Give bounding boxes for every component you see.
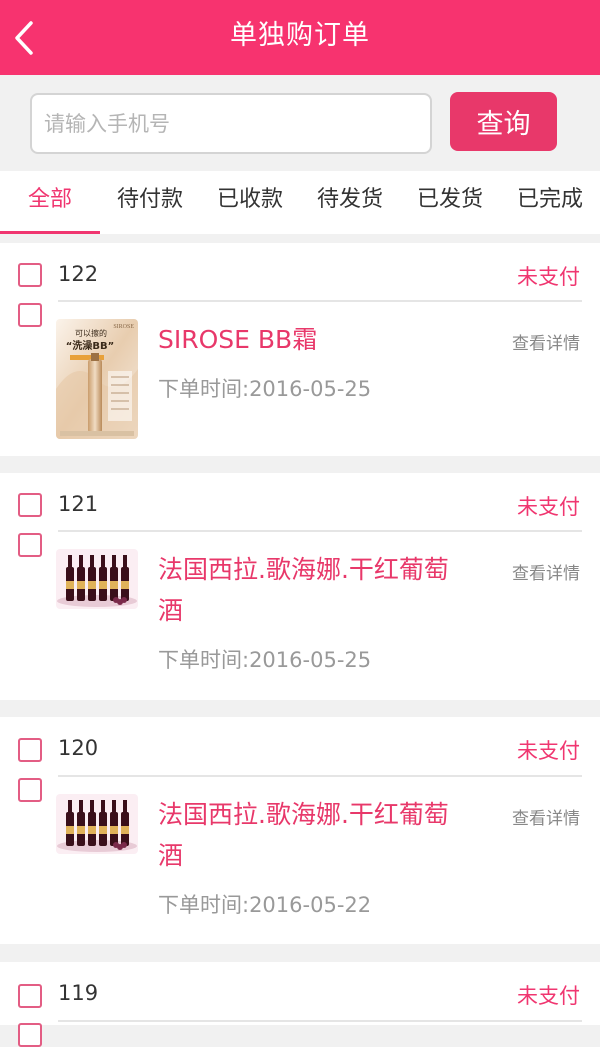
order-select-checkbox[interactable]	[18, 263, 42, 287]
svg-text:可以擦的: 可以擦的	[75, 328, 107, 338]
order-select-checkbox[interactable]	[18, 984, 42, 1008]
product-name[interactable]: 法国西拉.歌海娜.干红葡萄酒	[158, 794, 458, 876]
svg-text:“洗澡BB”: “洗澡BB”	[66, 339, 114, 352]
item-select-checkbox[interactable]	[18, 533, 42, 557]
order-time: 下单时间:2016-05-25	[158, 377, 372, 401]
order-select-checkbox[interactable]	[18, 738, 42, 762]
order-number: 121	[58, 492, 99, 516]
order-status: 未支付	[517, 739, 580, 763]
order-time: 下单时间:2016-05-22	[158, 893, 372, 917]
divider	[58, 775, 582, 777]
product-thumbnail	[56, 549, 138, 609]
order-card: 119 未支付	[0, 962, 600, 1047]
tab-shipped[interactable]: 已发货	[400, 171, 500, 234]
order-time: 下单时间:2016-05-25	[158, 648, 372, 672]
tab-all[interactable]: 全部	[0, 171, 100, 234]
search-bar: 查询	[0, 75, 600, 171]
tab-pending-shipment[interactable]: 待发货	[300, 171, 400, 234]
item-select-checkbox[interactable]	[18, 778, 42, 802]
divider	[58, 530, 582, 532]
view-details-link[interactable]: 查看详情	[512, 559, 580, 584]
product-thumbnail	[56, 794, 138, 854]
tab-completed[interactable]: 已完成	[500, 171, 600, 234]
order-status: 未支付	[517, 495, 580, 519]
phone-search-input[interactable]	[30, 93, 432, 154]
product-thumbnail: SIROSE 可以擦的 “洗澡BB”	[56, 319, 138, 439]
order-number: 122	[58, 262, 99, 286]
view-details-link[interactable]: 查看详情	[512, 329, 580, 354]
tab-payment-received[interactable]: 已收款	[200, 171, 300, 234]
app-header: 单独购订单	[0, 0, 600, 75]
view-details-link[interactable]: 查看详情	[512, 804, 580, 829]
item-select-checkbox[interactable]	[18, 303, 42, 327]
order-status-tabs: 全部 待付款 已收款 待发货 已发货 已完成	[0, 171, 600, 234]
page-title: 单独购订单	[230, 20, 370, 51]
order-status: 未支付	[517, 984, 580, 1008]
order-card: 121 未支付 法国西拉.歌海娜.干红葡萄酒 查看详情 下单时间:2016-05	[0, 473, 600, 700]
divider	[58, 300, 582, 302]
query-button[interactable]: 查询	[450, 92, 557, 151]
order-number: 119	[58, 981, 99, 1005]
svg-text:SIROSE: SIROSE	[113, 324, 134, 330]
order-card: 122 未支付 SIROSE 可以擦的 “洗澡BB” SIROSE BB霜 查看…	[0, 243, 600, 456]
product-name[interactable]: SIROSE BB霜	[158, 319, 458, 360]
item-select-checkbox[interactable]	[18, 1023, 42, 1047]
order-number: 120	[58, 736, 99, 760]
order-status: 未支付	[517, 265, 580, 289]
product-name[interactable]: 法国西拉.歌海娜.干红葡萄酒	[158, 549, 458, 631]
tab-pending-payment[interactable]: 待付款	[100, 171, 200, 234]
order-select-checkbox[interactable]	[18, 493, 42, 517]
divider	[58, 1020, 582, 1022]
order-card: 120 未支付 法国西拉.歌海娜.干红葡萄酒 查看详情 下单时间:2016-05	[0, 717, 600, 944]
